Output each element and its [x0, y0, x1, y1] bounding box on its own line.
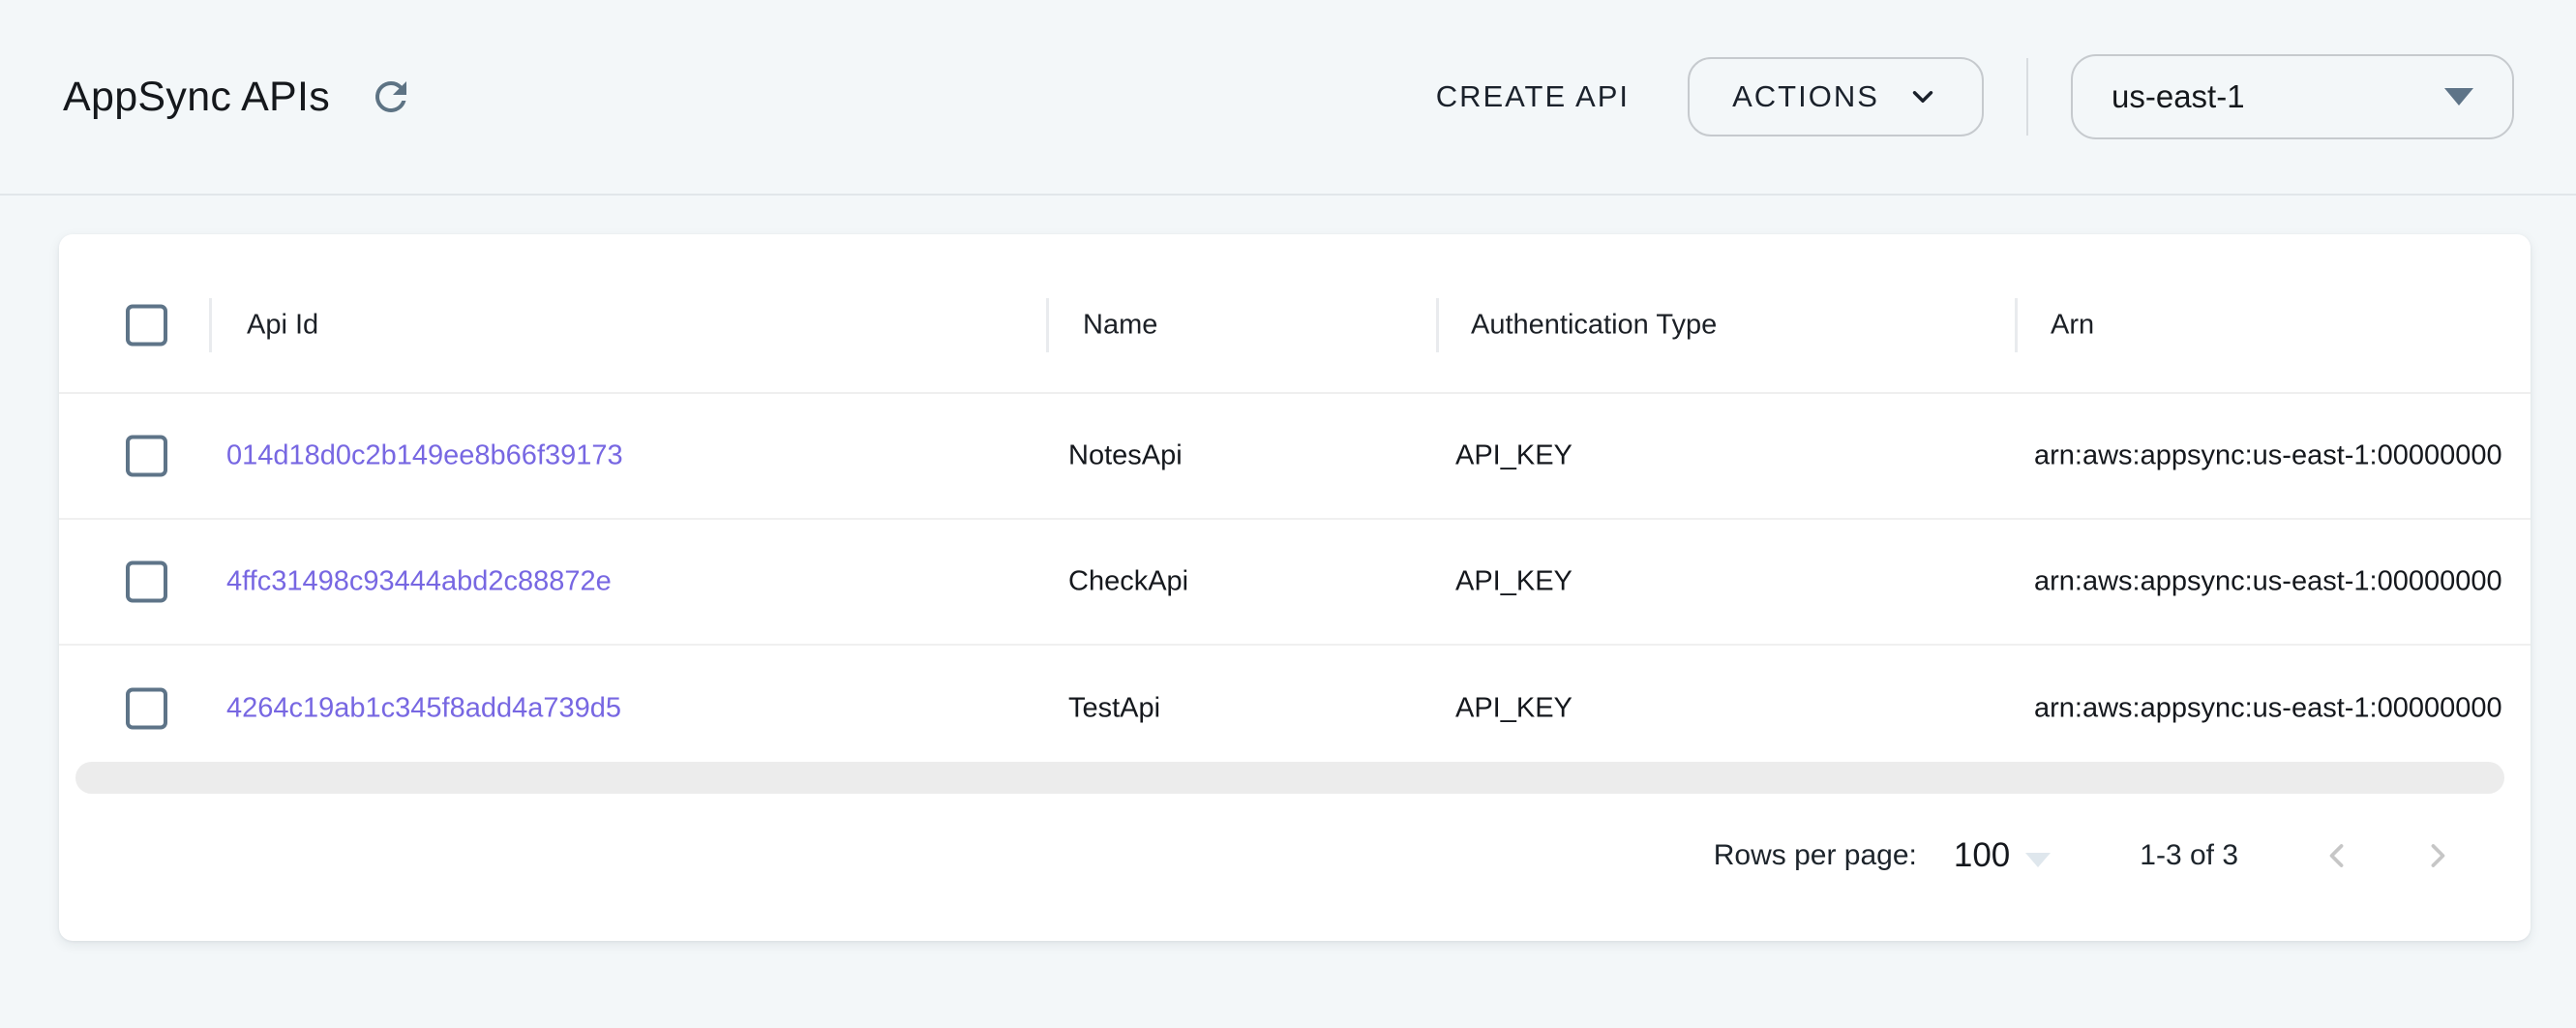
name-cell: NotesApi — [1068, 440, 1183, 472]
auth-type-cell: API_KEY — [1455, 566, 1573, 598]
arn-cell: arn:aws:appsync:us-east-1:00000000 — [2034, 440, 2531, 472]
table-header-row: Api Id Name Authentication Type Arn — [59, 234, 2531, 394]
chevron-left-icon — [2316, 834, 2358, 877]
region-select[interactable]: us-east-1 — [2071, 54, 2514, 139]
column-divider — [209, 298, 212, 352]
rows-per-page-select[interactable]: 100 — [1954, 836, 2051, 875]
column-header-api-id: Api Id — [247, 309, 318, 341]
column-header-arn: Arn — [2051, 309, 2094, 341]
chevron-down-icon — [1906, 80, 1939, 113]
column-header-authentication-type: Authentication Type — [1471, 309, 1717, 341]
auth-type-cell: API_KEY — [1455, 693, 1573, 725]
name-cell: TestApi — [1068, 693, 1160, 725]
chevron-right-icon — [2416, 834, 2459, 877]
column-divider — [1436, 298, 1439, 352]
row-checkbox[interactable] — [126, 688, 167, 730]
page-range-label: 1-3 of 3 — [2140, 839, 2238, 872]
column-header-name: Name — [1083, 309, 1157, 341]
actions-button-label: ACTIONS — [1732, 79, 1879, 114]
api-id-link[interactable]: 4264c19ab1c345f8add4a739d5 — [226, 693, 621, 725]
auth-type-cell: API_KEY — [1455, 440, 1573, 472]
actions-button[interactable]: ACTIONS — [1688, 57, 1984, 136]
page-title: AppSync APIs — [63, 74, 330, 121]
name-cell: CheckApi — [1068, 566, 1188, 598]
arn-cell: arn:aws:appsync:us-east-1:00000000 — [2034, 566, 2531, 598]
row-checkbox[interactable] — [126, 561, 167, 603]
dropdown-caret-icon — [2025, 853, 2051, 867]
dropdown-caret-icon — [2444, 88, 2473, 106]
previous-page-button[interactable] — [2314, 832, 2360, 879]
arn-cell: arn:aws:appsync:us-east-1:00000000 — [2034, 693, 2531, 725]
next-page-button[interactable] — [2414, 832, 2461, 879]
refresh-icon — [368, 74, 414, 120]
rows-per-page-label: Rows per page: — [1714, 839, 1917, 872]
table-row: 014d18d0c2b149ee8b66f39173 NotesApi API_… — [59, 394, 2531, 520]
table-row: 4ffc31498c93444abd2c88872e CheckApi API_… — [59, 520, 2531, 646]
select-all-checkbox[interactable] — [126, 304, 167, 346]
topbar-divider — [2026, 58, 2028, 136]
title-group: AppSync APIs — [63, 71, 417, 123]
column-divider — [2015, 298, 2018, 352]
topbar: AppSync APIs CREATE API ACTIONS us-east-… — [0, 0, 2576, 196]
api-id-link[interactable]: 4ffc31498c93444abd2c88872e — [226, 566, 612, 598]
pagination: Rows per page: 100 1-3 of 3 — [1714, 817, 2461, 894]
refresh-button[interactable] — [365, 71, 417, 123]
column-divider — [1046, 298, 1049, 352]
horizontal-scrollbar[interactable] — [75, 762, 2504, 794]
api-id-link[interactable]: 014d18d0c2b149ee8b66f39173 — [226, 440, 623, 472]
region-select-value: us-east-1 — [2112, 78, 2245, 115]
apis-table-card: Api Id Name Authentication Type Arn 014d… — [59, 234, 2531, 941]
create-api-button[interactable]: CREATE API — [1426, 58, 1639, 136]
rows-per-page-value: 100 — [1954, 836, 2010, 875]
row-checkbox[interactable] — [126, 436, 167, 477]
topbar-actions: CREATE API ACTIONS us-east-1 — [1426, 54, 2514, 139]
table-row: 4264c19ab1c345f8add4a739d5 TestApi API_K… — [59, 646, 2531, 771]
